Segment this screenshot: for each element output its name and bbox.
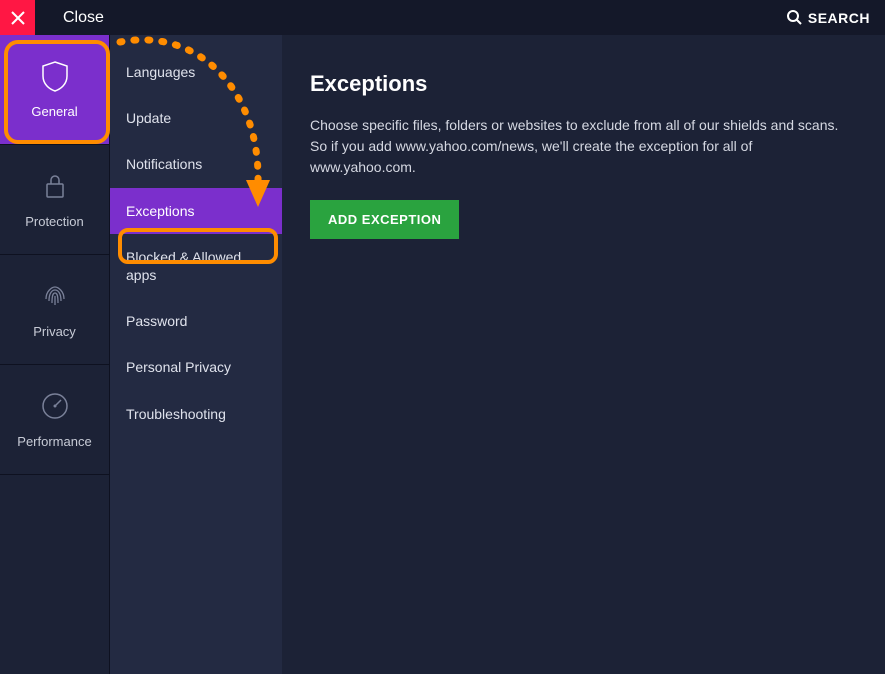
subnav-item-notifications[interactable]: Notifications — [110, 141, 282, 187]
close-icon — [11, 11, 25, 25]
page-title: Exceptions — [310, 71, 857, 97]
subnav-item-personal-privacy[interactable]: Personal Privacy — [110, 344, 282, 390]
add-exception-button[interactable]: ADD EXCEPTION — [310, 200, 459, 239]
subnav-item-update[interactable]: Update — [110, 95, 282, 141]
lock-icon — [43, 170, 67, 202]
close-x-button[interactable] — [0, 0, 35, 35]
sidebar-item-label: Privacy — [33, 324, 76, 339]
sidebar-item-label: Protection — [25, 214, 84, 229]
subnav-item-password[interactable]: Password — [110, 298, 282, 344]
secondary-sidebar: Languages Update Notifications Exception… — [110, 35, 282, 674]
content-pane: Exceptions Choose specific files, folder… — [282, 35, 885, 674]
primary-sidebar: General Protection Privacy Performance — [0, 35, 110, 674]
gauge-icon — [40, 390, 70, 422]
search-label: SEARCH — [808, 10, 870, 26]
search-icon — [787, 10, 802, 25]
sidebar-item-protection[interactable]: Protection — [0, 145, 109, 255]
sidebar-item-label: Performance — [17, 434, 91, 449]
close-label[interactable]: Close — [63, 9, 104, 27]
subnav-item-blocked-allowed-apps[interactable]: Blocked & Allowed apps — [110, 234, 282, 298]
fingerprint-icon — [40, 280, 70, 312]
topbar: Close SEARCH — [0, 0, 885, 35]
sidebar-item-performance[interactable]: Performance — [0, 365, 109, 475]
page-description: Choose specific files, folders or websit… — [310, 115, 857, 178]
subnav-item-exceptions[interactable]: Exceptions — [110, 188, 282, 234]
sidebar-item-general[interactable]: General — [0, 35, 109, 145]
shield-icon — [41, 60, 69, 92]
search-button[interactable]: SEARCH — [787, 0, 870, 35]
subnav-item-languages[interactable]: Languages — [110, 49, 282, 95]
subnav-item-troubleshooting[interactable]: Troubleshooting — [110, 391, 282, 437]
sidebar-item-privacy[interactable]: Privacy — [0, 255, 109, 365]
sidebar-item-label: General — [31, 104, 77, 119]
